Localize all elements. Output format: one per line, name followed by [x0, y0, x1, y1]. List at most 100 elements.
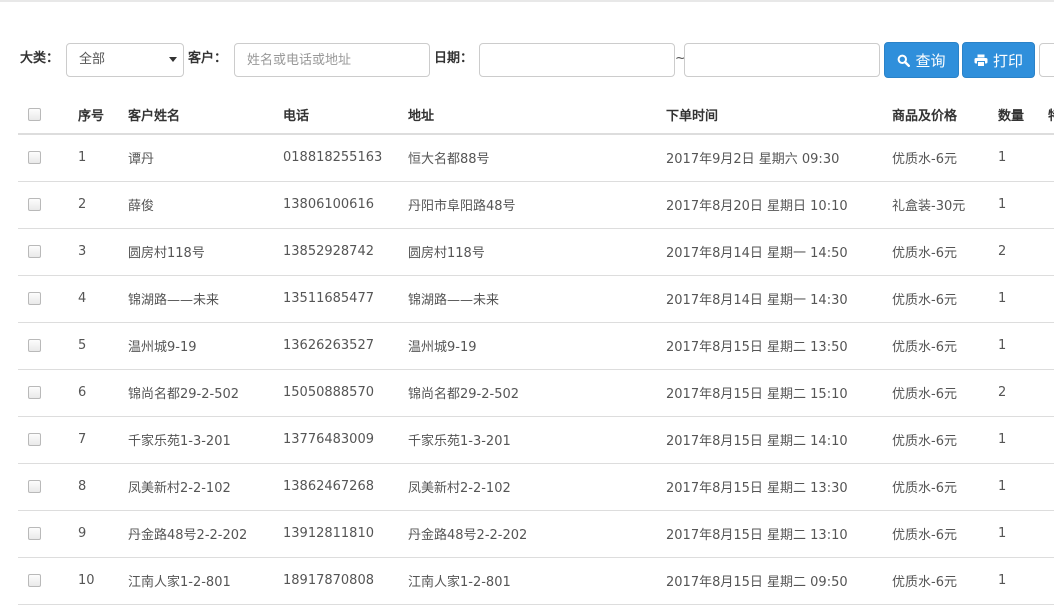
column-header-product-price[interactable]: 商品及价格 — [892, 96, 998, 134]
print-button-label: 打印 — [992, 51, 1023, 70]
address-cell: 千家乐苑1-3-201 — [408, 434, 511, 449]
product-price-cell: 优质水-6元 — [892, 575, 957, 590]
partial-cell — [1048, 416, 1054, 463]
order-time-cell: 2017年9月2日 星期六 09:30 — [666, 152, 840, 168]
print-button[interactable]: 打印 — [962, 42, 1035, 78]
row-checkbox[interactable] — [28, 527, 41, 540]
product-price-cell: 优质水-6元 — [892, 528, 957, 543]
order-time-cell: 2017年8月15日 星期二 13:10 — [666, 528, 848, 543]
column-header-customer-name[interactable]: 客户姓名 — [128, 96, 283, 134]
quantity-cell: 1 — [998, 573, 1007, 588]
table-row[interactable]: 5 温州城9-19 13626263527 温州城9-19 2017年8月15日 星期二… — [18, 322, 1054, 369]
table-row[interactable]: 3 圆房村118号 13852928742 圆房村118号 2017年8月14日 星期一… — [18, 228, 1054, 275]
product-price-cell: 优质水-6元 — [892, 293, 957, 308]
category-select[interactable]: 全部 — [66, 43, 184, 77]
select-all-cell — [18, 96, 78, 134]
end-date-input[interactable] — [684, 43, 880, 77]
column-header-index[interactable]: 序号 — [78, 96, 128, 134]
index-cell: 1 — [78, 150, 87, 166]
index-cell: 6 — [78, 385, 87, 400]
extra-input-partial[interactable] — [1039, 43, 1054, 77]
column-header-phone[interactable]: 电话 — [283, 96, 408, 134]
column-header-quantity[interactable]: 数量 — [998, 96, 1048, 134]
phone-cell: 18917870808 — [283, 573, 374, 588]
address-cell: 凤美新村2-2-102 — [408, 481, 511, 496]
index-cell: 5 — [78, 338, 87, 353]
phone-cell: 13511685477 — [283, 291, 374, 306]
column-header-order-time[interactable]: 下单时间 — [666, 96, 892, 134]
printer-icon — [974, 54, 988, 67]
product-price-cell: 礼盒装-30元 — [892, 199, 966, 214]
column-header-partial[interactable]: 特 — [1048, 96, 1054, 134]
quantity-cell: 1 — [998, 526, 1007, 541]
quantity-cell: 1 — [998, 479, 1007, 494]
row-checkbox[interactable] — [28, 292, 41, 305]
row-checkbox[interactable] — [28, 198, 41, 211]
select-all-checkbox[interactable] — [28, 108, 41, 121]
table-row[interactable]: 6 锦尚名都29-2-502 15050888570 锦尚名都29-2-502 2017… — [18, 369, 1054, 416]
product-price-cell: 优质水-6元 — [892, 340, 957, 355]
product-price-cell: 优质水-6元 — [892, 481, 957, 496]
column-header-address[interactable]: 地址 — [408, 96, 666, 134]
quantity-cell: 2 — [998, 385, 1007, 400]
table-row[interactable]: 7 千家乐苑1-3-201 13776483009 千家乐苑1-3-201 2017年8… — [18, 416, 1054, 463]
partial-cell — [1048, 510, 1054, 557]
address-cell: 江南人家1-2-801 — [408, 575, 511, 590]
row-checkbox[interactable] — [28, 245, 41, 258]
table-row[interactable]: 1 谭丹 018818255163 恒大名都88号 2017年9月2日 星期六 09:3… — [18, 134, 1054, 181]
quantity-cell: 1 — [998, 432, 1007, 447]
customer-name-cell: 凤美新村2-2-102 — [128, 481, 231, 496]
customer-name-cell: 圆房村118号 — [128, 246, 205, 261]
address-cell: 温州城9-19 — [408, 340, 477, 355]
table-row[interactable]: 4 锦湖路——未来 13511685477 锦湖路——未来 2017年8月14日 星期一… — [18, 275, 1054, 322]
partial-cell — [1048, 181, 1054, 228]
date-label: 日期： — [434, 51, 474, 66]
row-checkbox-cell — [18, 322, 78, 369]
top-divider — [0, 0, 1054, 2]
row-checkbox[interactable] — [28, 386, 41, 399]
row-checkbox-cell — [18, 557, 78, 604]
table-header-row: 序号 客户姓名 电话 地址 下单时间 商品及价格 数量 特 — [18, 96, 1054, 134]
product-price-cell: 优质水-6元 — [892, 434, 957, 449]
quantity-cell: 1 — [998, 150, 1007, 166]
order-time-cell: 2017年8月14日 星期一 14:50 — [666, 246, 848, 261]
customer-search-input[interactable] — [234, 43, 430, 77]
row-checkbox-cell — [18, 181, 78, 228]
partial-cell — [1048, 275, 1054, 322]
address-cell: 丹金路48号2-2-202 — [408, 528, 528, 543]
chevron-down-icon — [169, 57, 177, 62]
table-row[interactable]: 2 薛俊 13806100616 丹阳市阜阳路48号 2017年8月20日 星期日 10… — [18, 181, 1054, 228]
start-date-input[interactable] — [479, 43, 675, 77]
row-checkbox[interactable] — [28, 574, 41, 587]
index-cell: 10 — [78, 573, 95, 588]
row-checkbox[interactable] — [28, 433, 41, 446]
quantity-cell: 1 — [998, 197, 1007, 212]
index-cell: 4 — [78, 291, 87, 306]
index-cell: 3 — [78, 244, 87, 259]
customer-label: 客户： — [188, 51, 228, 66]
customer-name-cell: 薛俊 — [128, 199, 155, 214]
table-row[interactable]: 9 丹金路48号2-2-202 13912811810 丹金路48号2-2-202 20… — [18, 510, 1054, 557]
search-icon — [898, 54, 911, 67]
order-time-cell: 2017年8月15日 星期二 14:10 — [666, 434, 848, 449]
table-body: 1 谭丹 018818255163 恒大名都88号 2017年9月2日 星期六 09:3… — [18, 134, 1054, 604]
index-cell: 7 — [78, 432, 87, 447]
phone-cell: 13852928742 — [283, 244, 374, 259]
partial-cell — [1048, 228, 1054, 275]
table-row[interactable]: 8 凤美新村2-2-102 13862467268 凤美新村2-2-102 2017年8… — [18, 463, 1054, 510]
table-row[interactable]: 10 江南人家1-2-801 18917870808 江南人家1-2-801 2017年… — [18, 557, 1054, 604]
row-checkbox[interactable] — [28, 480, 41, 493]
row-checkbox[interactable] — [28, 151, 41, 165]
quantity-cell: 1 — [998, 291, 1007, 306]
filter-toolbar: 大类： 全部 客户： 日期： ~ 查询 打印 — [0, 42, 1054, 78]
phone-cell: 13626263527 — [283, 338, 374, 353]
row-checkbox-cell — [18, 416, 78, 463]
row-checkbox[interactable] — [28, 339, 41, 352]
phone-cell: 13776483009 — [283, 432, 374, 447]
partial-cell — [1048, 557, 1054, 604]
query-button[interactable]: 查询 — [884, 42, 959, 78]
query-button-label: 查询 — [915, 51, 946, 70]
partial-cell — [1048, 369, 1054, 416]
row-checkbox-cell — [18, 510, 78, 557]
customer-name-cell: 千家乐苑1-3-201 — [128, 434, 231, 449]
